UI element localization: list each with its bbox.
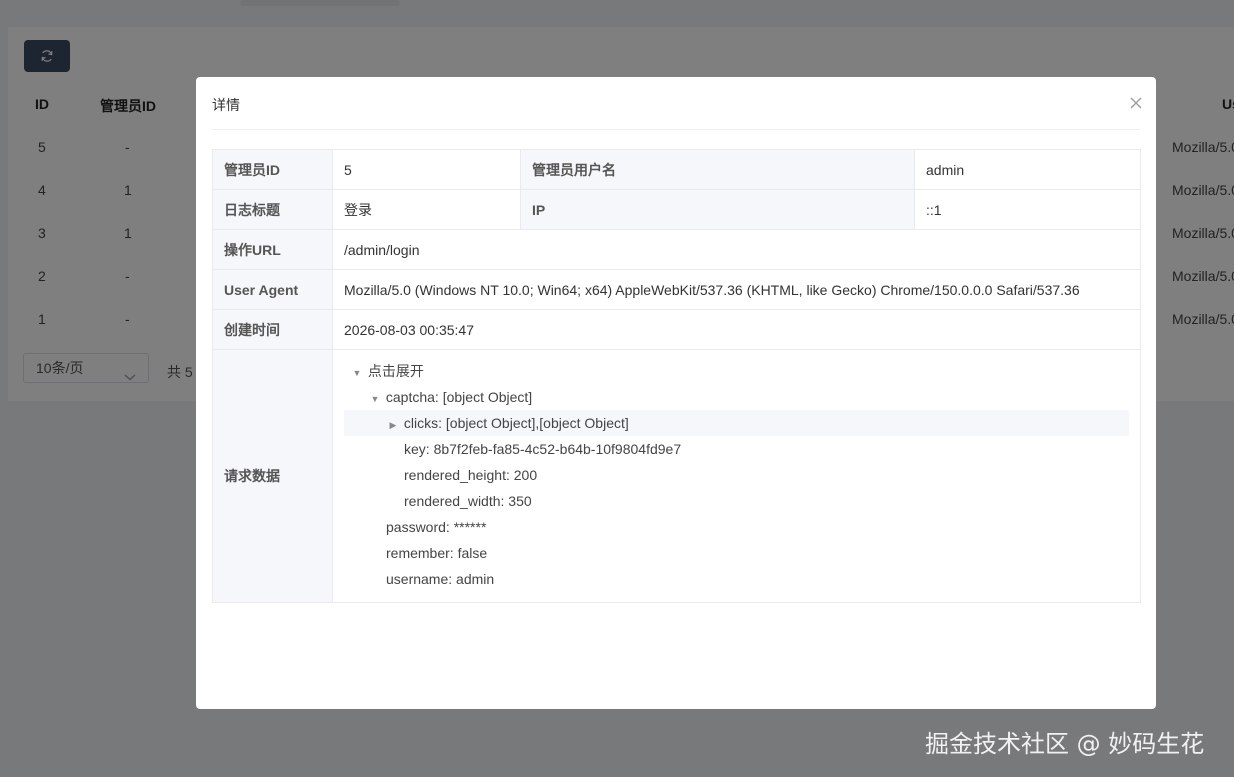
tree-node-username: username: admin — [386, 571, 495, 587]
caret-down-icon: ▼ — [352, 368, 362, 378]
admin-id-value: 5 — [332, 149, 521, 190]
url-value: /admin/login — [332, 229, 1141, 270]
created-time-label: 创建时间 — [212, 309, 333, 350]
request-data-label: 请求数据 — [212, 349, 333, 603]
detail-table: 管理员ID 5 管理员用户名 admin 日志标题 登录 IP ::1 操作UR… — [212, 149, 1141, 603]
url-label: 操作URL — [212, 229, 333, 270]
request-data-tree: ▼ 点击展开 ▼ captcha: [object Object] ▶ clic… — [344, 350, 1129, 602]
tree-node-label: 点击展开 — [367, 363, 424, 379]
log-title-label: 日志标题 — [212, 189, 333, 230]
modal-title: 详情 — [212, 97, 240, 113]
close-button[interactable] — [1126, 93, 1146, 113]
tree-node-key: key: 8b7f2feb-fa85-4c52-b64b-10f9804fd9e… — [404, 441, 682, 457]
caret-down-icon: ▼ — [370, 394, 380, 404]
tree-node-label: captcha: [object Object] — [385, 389, 533, 405]
log-title-value: 登录 — [332, 189, 521, 230]
detail-modal: 详情 管理员ID 5 管理员用户名 admin 日志标题 登录 IP ::1 操… — [196, 77, 1156, 709]
tree-node-captcha[interactable]: ▼ captcha: [object Object] — [344, 384, 1129, 410]
tree-node-remember: remember: false — [386, 545, 488, 561]
admin-id-label: 管理员ID — [212, 149, 333, 190]
admin-username-label: 管理员用户名 — [520, 149, 915, 190]
created-time-value: 2026-08-03 00:35:47 — [332, 309, 1141, 350]
tree-node-rendered-width: rendered_width: 350 — [404, 493, 532, 509]
request-data-cell: ▼ 点击展开 ▼ captcha: [object Object] ▶ clic… — [332, 349, 1141, 603]
tree-node-password: password: ****** — [386, 519, 487, 535]
close-icon — [1130, 97, 1142, 109]
tree-node-label: clicks: [object Object],[object Object] — [403, 415, 629, 431]
tree-node-rendered-height: rendered_height: 200 — [404, 467, 538, 483]
user-agent-value: Mozilla/5.0 (Windows NT 10.0; Win64; x64… — [332, 269, 1141, 310]
ip-label: IP — [520, 189, 915, 230]
ip-value: ::1 — [914, 189, 1141, 230]
tree-node-root[interactable]: ▼ 点击展开 — [344, 358, 1129, 384]
user-agent-label: User Agent — [212, 269, 333, 310]
admin-username-value: admin — [914, 149, 1141, 190]
modal-header: 详情 — [212, 77, 1142, 130]
tree-node-clicks[interactable]: ▶ clicks: [object Object],[object Object… — [344, 410, 1129, 436]
caret-right-icon: ▶ — [389, 420, 397, 430]
watermark: 掘金技术社区 @ 妙码生花 — [925, 730, 1205, 758]
